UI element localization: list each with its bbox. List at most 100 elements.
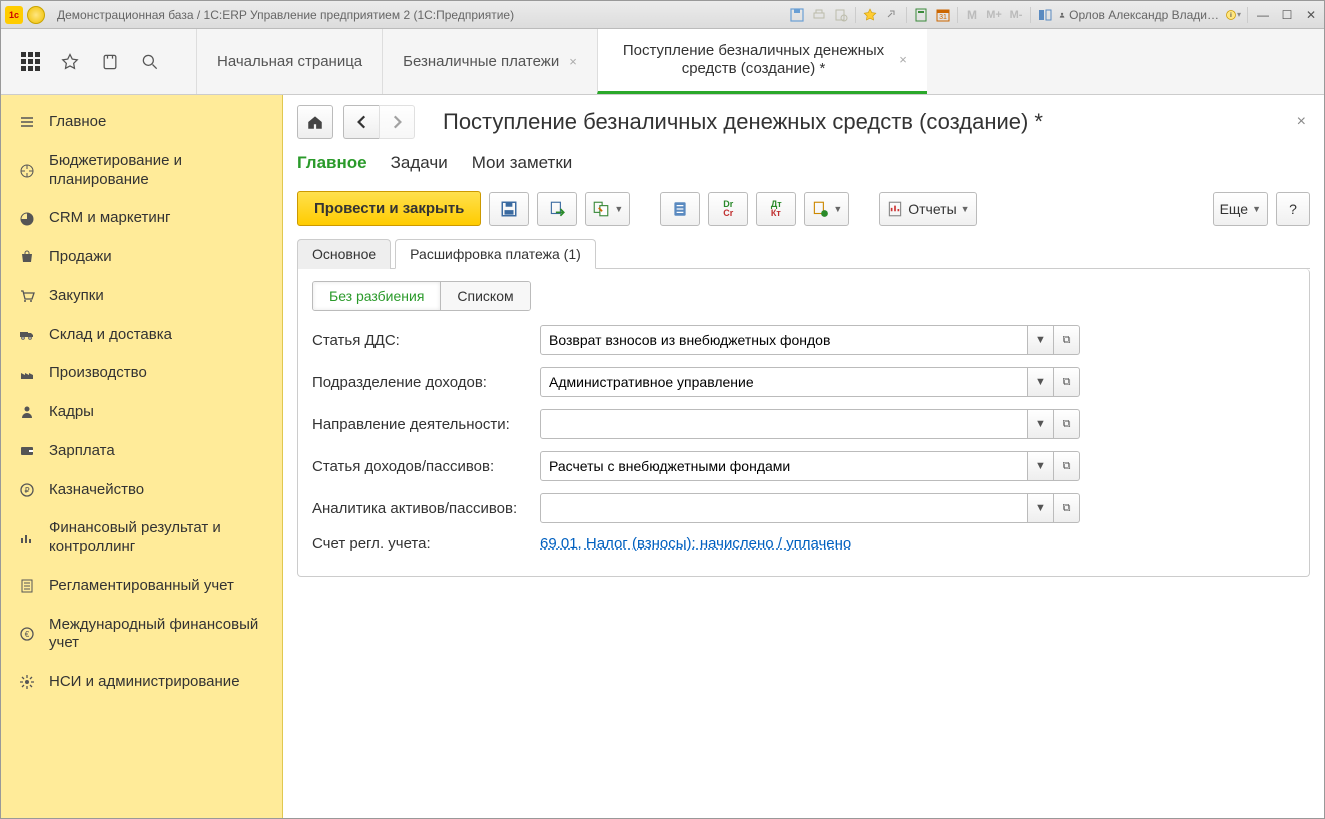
open-button[interactable]: ⧉ (1054, 493, 1080, 523)
chevron-down-icon: ▼ (614, 204, 623, 214)
apps-grid-icon[interactable] (19, 51, 41, 73)
memory-m-icon[interactable]: M (964, 7, 980, 23)
mode-tabs: Без разбиения Списком (312, 281, 531, 311)
search-small-icon[interactable] (833, 7, 849, 23)
more-button[interactable]: Еще▼ (1213, 192, 1268, 226)
minimize-button[interactable]: — (1254, 7, 1272, 23)
card-tabs: Основное Расшифровка платежа (1) (297, 238, 1310, 269)
calendar-icon[interactable]: 31 (935, 7, 951, 23)
body: Главное Бюджетирование и планирование CR… (1, 95, 1324, 818)
cart-icon (17, 288, 37, 304)
sidebar-item-regulated-accounting[interactable]: Регламентированный учет (1, 567, 282, 606)
sidebar-item-sales[interactable]: Продажи (1, 238, 282, 277)
files-button[interactable] (660, 192, 700, 226)
help-button[interactable]: ? (1276, 192, 1310, 226)
history-icon[interactable] (99, 51, 121, 73)
svg-text:i: i (1230, 12, 1232, 19)
sidebar-item-treasury[interactable]: ₽Казначейство (1, 471, 282, 510)
open-button[interactable]: ⧉ (1054, 409, 1080, 439)
page-title: Поступление безналичных денежных средств… (443, 109, 1283, 135)
content: Поступление безналичных денежных средств… (283, 95, 1324, 818)
factory-icon (17, 366, 37, 382)
chevron-down-icon: ▼ (961, 204, 970, 214)
close-icon[interactable]: × (569, 54, 577, 69)
target-icon (17, 163, 37, 179)
sidebar-item-international[interactable]: €Международный финансовый учет (1, 606, 282, 664)
post-button[interactable] (537, 192, 577, 226)
sidebar-item-admin[interactable]: НСИ и администрирование (1, 663, 282, 702)
dropdown-button[interactable]: ▼ (1028, 451, 1054, 481)
open-button[interactable]: ⧉ (1054, 451, 1080, 481)
modetab-nosplit[interactable]: Без разбиения (313, 282, 441, 310)
search-icon[interactable] (139, 51, 161, 73)
user-menu[interactable]: Орлов Александр Влади… (1059, 8, 1219, 22)
maximize-button[interactable]: ☐ (1278, 7, 1296, 23)
sidebar-item-main[interactable]: Главное (1, 103, 282, 142)
window-close-button[interactable]: ✕ (1302, 7, 1320, 23)
link-icon[interactable] (884, 7, 900, 23)
tab-cashless-payments[interactable]: Безналичные платежи× (382, 29, 597, 94)
truck-icon (17, 327, 37, 343)
open-button[interactable]: ⧉ (1054, 367, 1080, 397)
dt-kt-button[interactable]: ДтКт (756, 192, 796, 226)
label-account: Счет регл. учета: (312, 535, 540, 552)
input-dds[interactable] (540, 325, 1028, 355)
page-close-button[interactable]: × (1293, 109, 1310, 135)
favorite-add-icon[interactable] (862, 7, 878, 23)
memory-mplus-icon[interactable]: M+ (986, 7, 1002, 23)
app-window: 1c Демонстрационная база / 1С:ERP Управл… (0, 0, 1325, 819)
dropdown-button[interactable]: ▼ (1028, 325, 1054, 355)
close-icon[interactable]: × (899, 52, 907, 68)
input-dept[interactable] (540, 367, 1028, 397)
subtab-tasks[interactable]: Задачи (391, 153, 448, 177)
sidebar-item-payroll[interactable]: Зарплата (1, 432, 282, 471)
panels-icon[interactable] (1037, 7, 1053, 23)
reports-button[interactable]: Отчеты▼ (879, 192, 976, 226)
cardtab-main[interactable]: Основное (297, 239, 391, 269)
back-button[interactable] (343, 105, 379, 139)
post-and-close-button[interactable]: Провести и закрыть (297, 191, 481, 226)
input-direction[interactable] (540, 409, 1028, 439)
account-link[interactable]: 69.01, Налог (взносы): начислено / уплач… (540, 535, 851, 552)
memory-mminus-icon[interactable]: M- (1008, 7, 1024, 23)
svg-text:€: € (25, 630, 30, 639)
modetab-list[interactable]: Списком (441, 282, 529, 310)
basis-button[interactable]: ▼ (585, 192, 630, 226)
favorites-icon[interactable] (59, 51, 81, 73)
save-icon[interactable] (789, 7, 805, 23)
dropdown-button[interactable]: ▼ (1028, 367, 1054, 397)
cardtab-payment-details[interactable]: Расшифровка платежа (1) (395, 239, 596, 269)
pie-icon (17, 211, 37, 227)
titlebar: 1c Демонстрационная база / 1С:ERP Управл… (1, 1, 1324, 29)
dropdown-button[interactable]: ▼ (1028, 409, 1054, 439)
svg-text:31: 31 (939, 14, 947, 21)
subtab-notes[interactable]: Мои заметки (472, 153, 573, 177)
save-button[interactable] (489, 192, 529, 226)
sidebar-item-purchases[interactable]: Закупки (1, 277, 282, 316)
subtab-main[interactable]: Главное (297, 153, 367, 177)
print-icon[interactable] (811, 7, 827, 23)
tab-cashless-receipt[interactable]: Поступление безналичных денежных средств… (597, 29, 927, 94)
dropdown-button[interactable]: ▼ (1028, 493, 1054, 523)
input-income[interactable] (540, 451, 1028, 481)
tab-home[interactable]: Начальная страница (196, 29, 382, 94)
ruble-icon: ₽ (17, 482, 37, 498)
info-icon[interactable]: i▾ (1225, 7, 1241, 23)
dr-cr-button[interactable]: DrCr (708, 192, 748, 226)
person-icon (17, 404, 37, 420)
sub-tabs: Главное Задачи Мои заметки (297, 153, 1310, 177)
sidebar-item-budgeting[interactable]: Бюджетирование и планирование (1, 142, 282, 200)
input-analytics[interactable] (540, 493, 1028, 523)
open-button[interactable]: ⧉ (1054, 325, 1080, 355)
chevron-down-icon: ▼ (1252, 204, 1261, 214)
calculator-icon[interactable] (913, 7, 929, 23)
sidebar-item-financial-result[interactable]: Финансовый результат и контроллинг (1, 509, 282, 567)
home-button[interactable] (297, 105, 333, 139)
structure-button[interactable]: ▼ (804, 192, 849, 226)
forward-button (379, 105, 415, 139)
sidebar-item-warehouse[interactable]: Склад и доставка (1, 316, 282, 355)
sidebar-item-hr[interactable]: Кадры (1, 393, 282, 432)
sidebar-item-production[interactable]: Производство (1, 354, 282, 393)
window-title: Демонстрационная база / 1С:ERP Управлени… (57, 8, 514, 22)
sidebar-item-crm[interactable]: CRM и маркетинг (1, 199, 282, 238)
